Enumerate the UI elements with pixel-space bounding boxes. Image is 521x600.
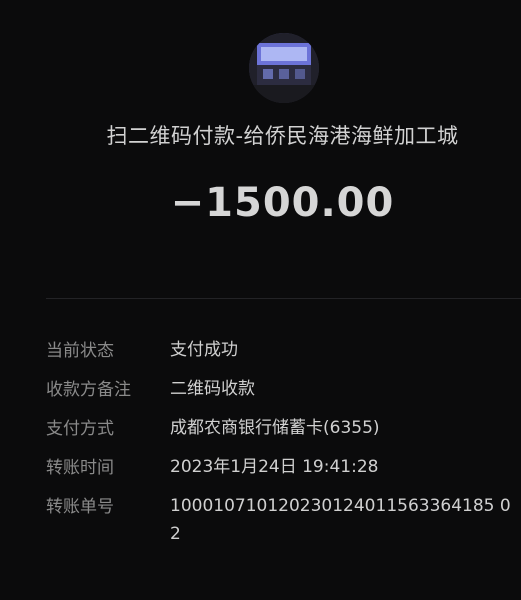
detail-label: 收款方备注 <box>46 380 131 400</box>
detail-label: 当前状态 <box>46 341 114 361</box>
merchant-avatar <box>249 33 319 103</box>
payment-amount: −1500.00 <box>170 180 395 226</box>
divider <box>46 298 521 299</box>
storefront-photo-icon <box>249 33 319 103</box>
detail-label: 转账单号 <box>46 497 114 517</box>
transaction-id[interactable]: 100010710120230124011563364185 02 <box>170 492 521 548</box>
detail-row-payment-method: 支付方式 成都农商银行储蓄卡(6355) <box>46 414 521 442</box>
detail-value: 成都农商银行储蓄卡(6355) <box>170 418 380 438</box>
detail-row-status: 当前状态 支付成功 <box>46 336 521 364</box>
merchant-title: 扫二维码付款-给侨民海港海鲜加工城 <box>106 124 459 148</box>
detail-row-remark: 收款方备注 二维码收款 <box>46 375 521 403</box>
payment-detail-page: 扫二维码付款-给侨民海港海鲜加工城 −1500.00 当前状态 支付成功 收款方… <box>0 0 521 600</box>
detail-value: 支付成功 <box>170 340 238 360</box>
detail-value: 2023年1月24日 19:41:28 <box>170 457 379 477</box>
detail-label: 支付方式 <box>46 419 114 439</box>
detail-value: 二维码收款 <box>170 379 255 399</box>
detail-label: 转账时间 <box>46 458 114 478</box>
detail-row-transaction-id: 转账单号 100010710120230124011563364185 02 <box>46 492 521 548</box>
detail-row-time: 转账时间 2023年1月24日 19:41:28 <box>46 453 521 481</box>
